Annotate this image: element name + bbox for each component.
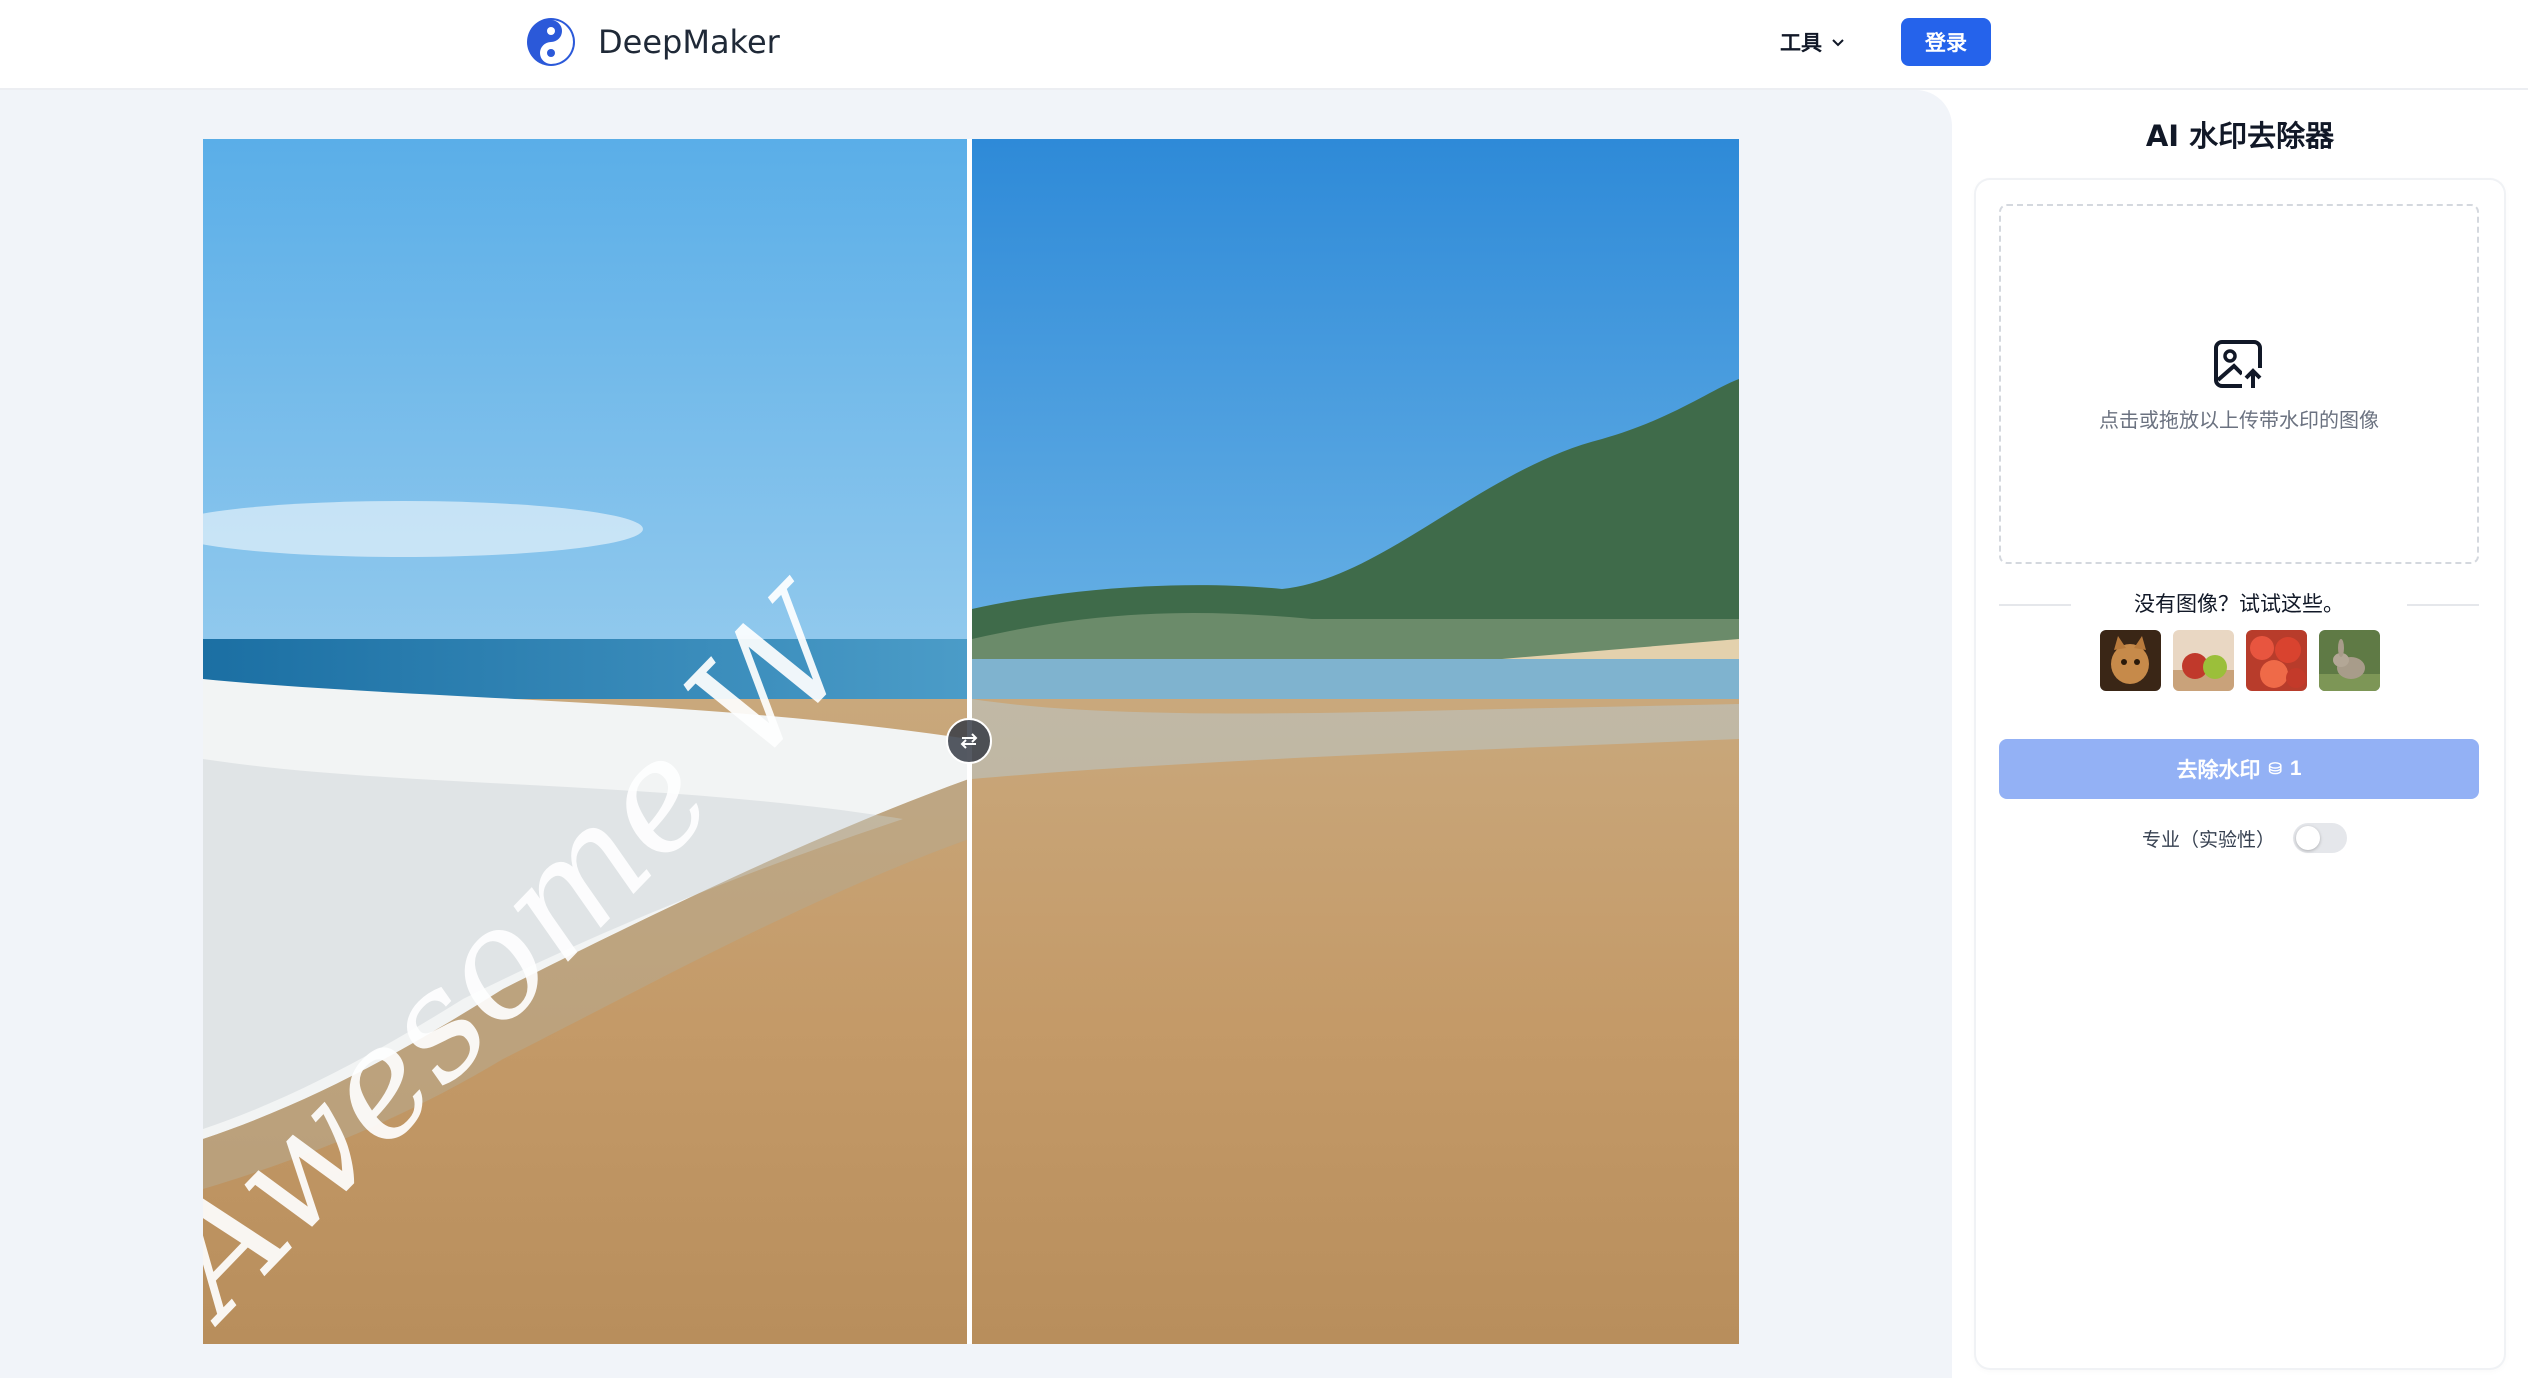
brand-name[interactable]: DeepMaker bbox=[598, 20, 780, 64]
pro-mode-row: 专业（实验性） bbox=[2142, 820, 2348, 856]
login-button[interactable]: 登录 bbox=[1901, 18, 1991, 66]
sample-image-rabbit[interactable] bbox=[2319, 630, 2380, 691]
swap-arrows-icon[interactable] bbox=[946, 718, 992, 764]
dropzone-text: 点击或拖放以上传带水印的图像 bbox=[2099, 408, 2379, 432]
toggle-knob bbox=[2296, 826, 2321, 850]
credit-cost: 1 bbox=[2289, 757, 2302, 780]
tools-menu-label: 工具 bbox=[1780, 31, 1822, 55]
remove-watermark-label: 去除水印 bbox=[2176, 759, 2261, 782]
cleaned-image-mask bbox=[972, 139, 1739, 1344]
logo-icon[interactable] bbox=[525, 16, 577, 68]
pro-mode-label: 专业（实验性） bbox=[2142, 828, 2276, 851]
sample-images bbox=[2100, 630, 2380, 692]
chevron-down-icon bbox=[1832, 39, 1844, 47]
pro-mode-toggle[interactable] bbox=[2293, 823, 2348, 853]
cleaned-image bbox=[972, 139, 1739, 1344]
sample-image-cat[interactable] bbox=[2100, 630, 2161, 691]
remove-watermark-button[interactable]: 去除水印 ⛁ 1 bbox=[1999, 739, 2479, 799]
panel-title: AI 水印去除器 bbox=[2145, 119, 2335, 153]
image-upload-icon bbox=[2214, 340, 2264, 390]
sample-image-strawberries[interactable] bbox=[2246, 630, 2307, 691]
tools-menu[interactable]: 工具 bbox=[1780, 22, 1846, 62]
samples-prompt-row: 没有图像？试试这些。 bbox=[1999, 586, 2479, 622]
top-navbar: DeepMaker 工具 登录 bbox=[0, 0, 2528, 90]
sample-image-apples[interactable] bbox=[2173, 630, 2234, 691]
coin-icon: ⛁ bbox=[2268, 761, 2282, 778]
divider-line bbox=[2407, 604, 2479, 606]
